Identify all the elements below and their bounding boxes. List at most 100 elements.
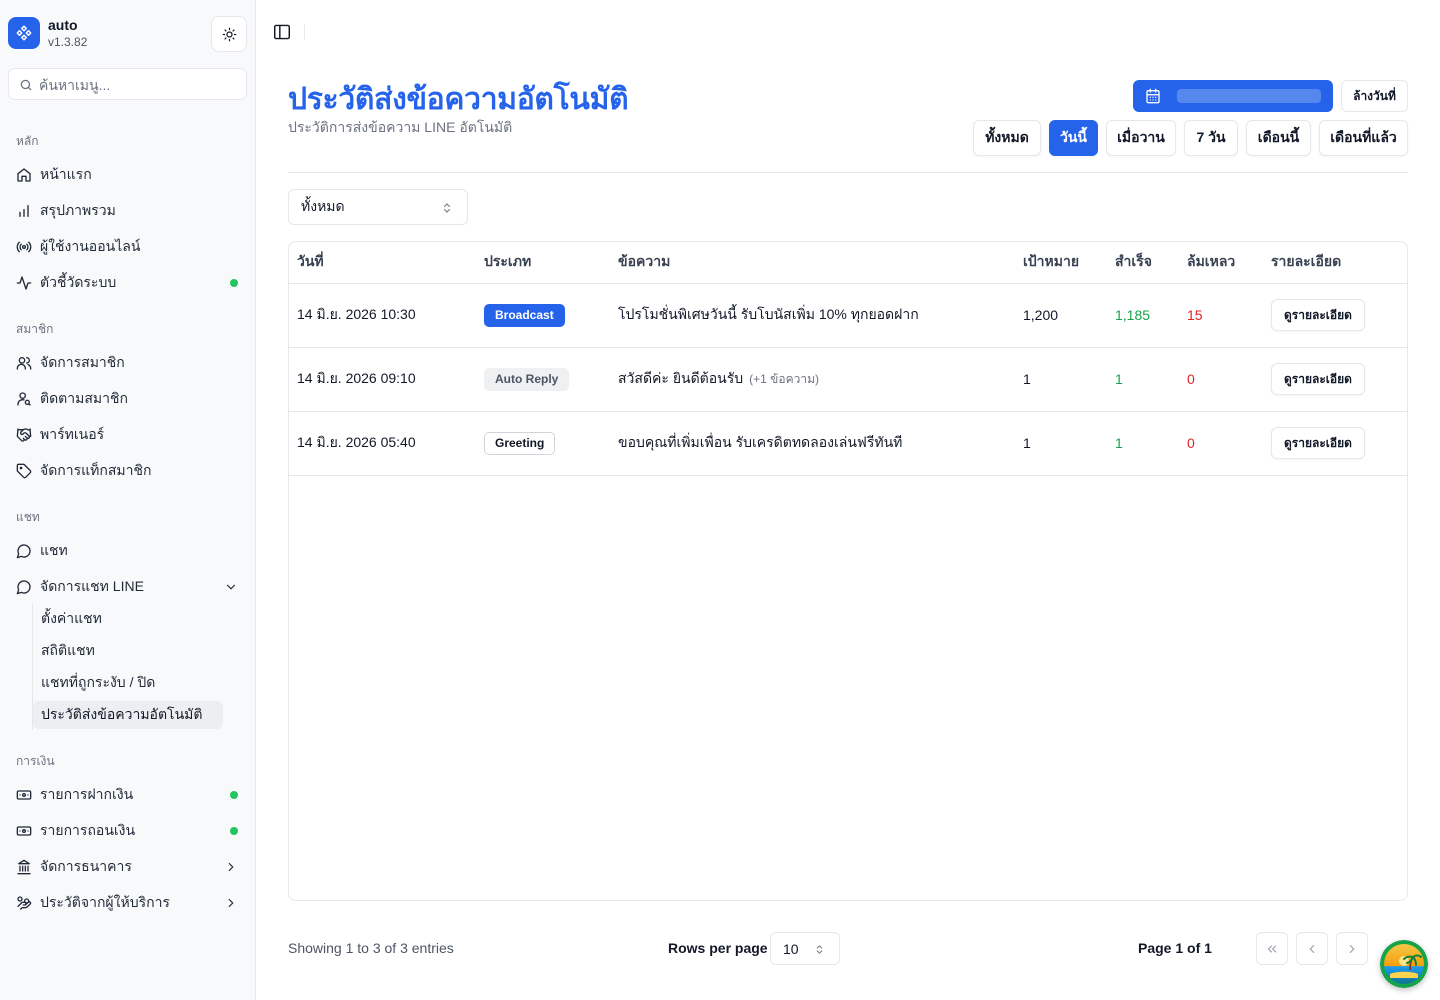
bank-icon [16,859,32,875]
column-header-success[interactable]: สำเร็จ [1107,242,1179,284]
date-range-value-redacted [1177,89,1321,103]
view-details-button[interactable]: ดูรายละเอียด [1271,363,1365,395]
cell-target: 1 [1015,347,1107,412]
sidebar-item-manage-members[interactable]: จัดการสมาชิก [8,347,248,379]
rows-per-page-select[interactable]: 10 [770,932,840,965]
sidebar-item-member-tags[interactable]: จัดการแท็กสมาชิก [8,455,248,487]
sidebar-subitem-auto-message-history[interactable]: ประวัติส่งข้อความอัตโนมัติ [33,701,223,729]
sidebar-item-label: รายการถอนเงิน [40,822,136,838]
message-text: สวัสดีค่ะ ยินดีต้อนรับ [618,370,744,386]
message-text: โปรโมชั่นพิเศษวันนี้ รับโบนัสเพิ่ม 10% ท… [618,306,919,322]
range-7-days-button[interactable]: 7 วัน [1184,120,1238,156]
cell-target: 1,200 [1015,283,1107,348]
sidebar-item-provider-history[interactable]: ประวัติจากผู้ให้บริการ [8,887,248,919]
hand-coins-icon [16,895,32,911]
cell-failed: 15 [1179,283,1263,348]
table-header-row: วันที่ ประเภท ข้อความ เป้าหมาย สำเร็จ ล้… [289,242,1407,284]
range-all-button[interactable]: ทั้งหมด [973,120,1041,156]
clear-date-button[interactable]: ล้างวันที่ [1341,80,1408,112]
group-label-chat: แชท [16,510,40,524]
cell-success: 1 [1107,411,1179,476]
status-dot [230,279,238,287]
sidebar-item-line-chat[interactable]: จัดการแชท LINE [8,571,248,603]
rows-per-page-label: Rows per page [668,940,768,956]
cell-failed: 0 [1179,347,1263,412]
sidebar-item-online-users[interactable]: ผู้ใช้งานออนไลน์ [8,231,248,263]
type-filter-value: ทั้งหมด [301,198,345,214]
calendar-icon [1146,88,1160,104]
previous-page-button[interactable] [1296,932,1328,965]
tag-icon [16,463,32,479]
cell-date: 14 มิ.ย. 2026 05:40 [289,411,476,476]
page-title: ประวัติส่งข้อความอัตโนมัติ [288,83,629,116]
chevrons-left-icon [1267,945,1277,952]
column-header-type[interactable]: ประเภท [476,242,610,284]
cell-target: 1 [1015,411,1107,476]
sidebar-item-label: แชท [40,542,68,558]
sidebar-subitem-chat-settings[interactable]: ตั้งค่าแชท [33,605,223,633]
sidebar-item-chat[interactable]: แชท [8,535,248,567]
deposit-icon [16,787,32,803]
cell-type: Auto Reply [476,347,610,412]
brand-logo-icon [8,17,40,49]
date-range-picker-button[interactable] [1133,80,1333,112]
sidebar-item-label: พาร์ทเนอร์ [40,426,105,442]
column-header-target[interactable]: เป้าหมาย [1015,242,1107,284]
menu-search-input[interactable] [39,75,239,95]
status-dot [230,791,238,799]
sidebar-subitem-blocked-chats[interactable]: แชทที่ถูกระงับ / ปิด [33,669,223,697]
withdraw-icon [16,823,32,839]
sidebar-toggle-button[interactable] [272,23,292,41]
column-header-message[interactable]: ข้อความ [610,242,1015,284]
range-yesterday-button[interactable]: เมื่อวาน [1106,120,1176,156]
type-badge: Greeting [484,431,556,455]
column-header-date[interactable]: วันที่ [289,242,476,284]
type-badge: Broadcast [484,303,565,327]
sidebar-item-partner[interactable]: พาร์ทเนอร์ [8,419,248,451]
sidebar-item-label: ติดตามสมาชิก [40,390,128,406]
sidebar-item-banks[interactable]: จัดการธนาคาร [8,851,248,883]
cell-details: ดูรายละเอียด [1263,411,1407,476]
search-icon [20,79,32,91]
view-details-button[interactable]: ดูรายละเอียด [1271,299,1365,331]
sidebar-item-label: ผู้ใช้งานออนไลน์ [40,238,141,254]
range-last-month-button[interactable]: เดือนที่แล้ว [1319,120,1408,156]
sidebar-item-system-metrics[interactable]: ตัวชี้วัดระบบ [8,267,248,299]
column-header-failed[interactable]: ล้มเหลว [1179,242,1263,284]
sidebar-item-label: จัดการแท็กสมาชิก [40,462,152,478]
message-text: ขอบคุณที่เพิ่มเพื่อน รับเครดิตทดลองเล่นฟ… [618,434,903,450]
sidebar-item-deposits[interactable]: รายการฝากเงิน [8,779,248,811]
view-details-button[interactable]: ดูรายละเอียด [1271,427,1365,459]
floating-avatar-button[interactable] [1380,940,1428,988]
range-today-button[interactable]: วันนี้ [1049,120,1098,156]
sidebar-item-label: จัดการแชท LINE [40,578,144,594]
sidebar-item-overview[interactable]: สรุปภาพรวม [8,195,248,227]
table-row: 14 มิ.ย. 2026 05:40 Greeting ขอบคุณที่เพ… [289,411,1407,476]
table-row: 14 มิ.ย. 2026 10:30 Broadcast โปรโมชั่นพ… [289,283,1407,348]
sidebar-item-label: จัดการสมาชิก [40,354,125,370]
sidebar-item-withdrawals[interactable]: รายการถอนเงิน [8,815,248,847]
chevron-left-icon [1309,944,1315,953]
activity-icon [16,275,32,291]
cell-message: ขอบคุณที่เพิ่มเพื่อน รับเครดิตทดลองเล่นฟ… [610,411,1015,476]
sidebar-item-track-members[interactable]: ติดตามสมาชิก [8,383,248,415]
sidebar: auto v1.3.82 หลัก หน้าแรก สรุปภาพรวม ผู้… [0,0,256,1000]
type-filter-select[interactable]: ทั้งหมด [288,189,468,225]
range-this-month-button[interactable]: เดือนนี้ [1246,120,1311,156]
sidebar-subitem-chat-stats[interactable]: สถิติแชท [33,637,223,665]
first-page-button[interactable] [1256,932,1288,965]
chevrons-up-down-icon [816,945,823,954]
cell-details: ดูรายละเอียด [1263,347,1407,412]
next-page-button[interactable] [1336,932,1368,965]
group-label-finance: การเงิน [16,754,55,768]
handshake-icon [16,427,32,443]
message-circle-icon [16,543,32,559]
rows-per-page-value: 10 [783,940,799,957]
cell-type: Greeting [476,411,610,476]
radio-icon [16,239,32,255]
sidebar-item-home[interactable]: หน้าแรก [8,159,248,191]
cell-type: Broadcast [476,283,610,348]
theme-toggle-button[interactable] [211,16,247,52]
sidebar-item-label: สรุปภาพรวม [40,202,116,218]
type-badge: Auto Reply [484,367,570,391]
